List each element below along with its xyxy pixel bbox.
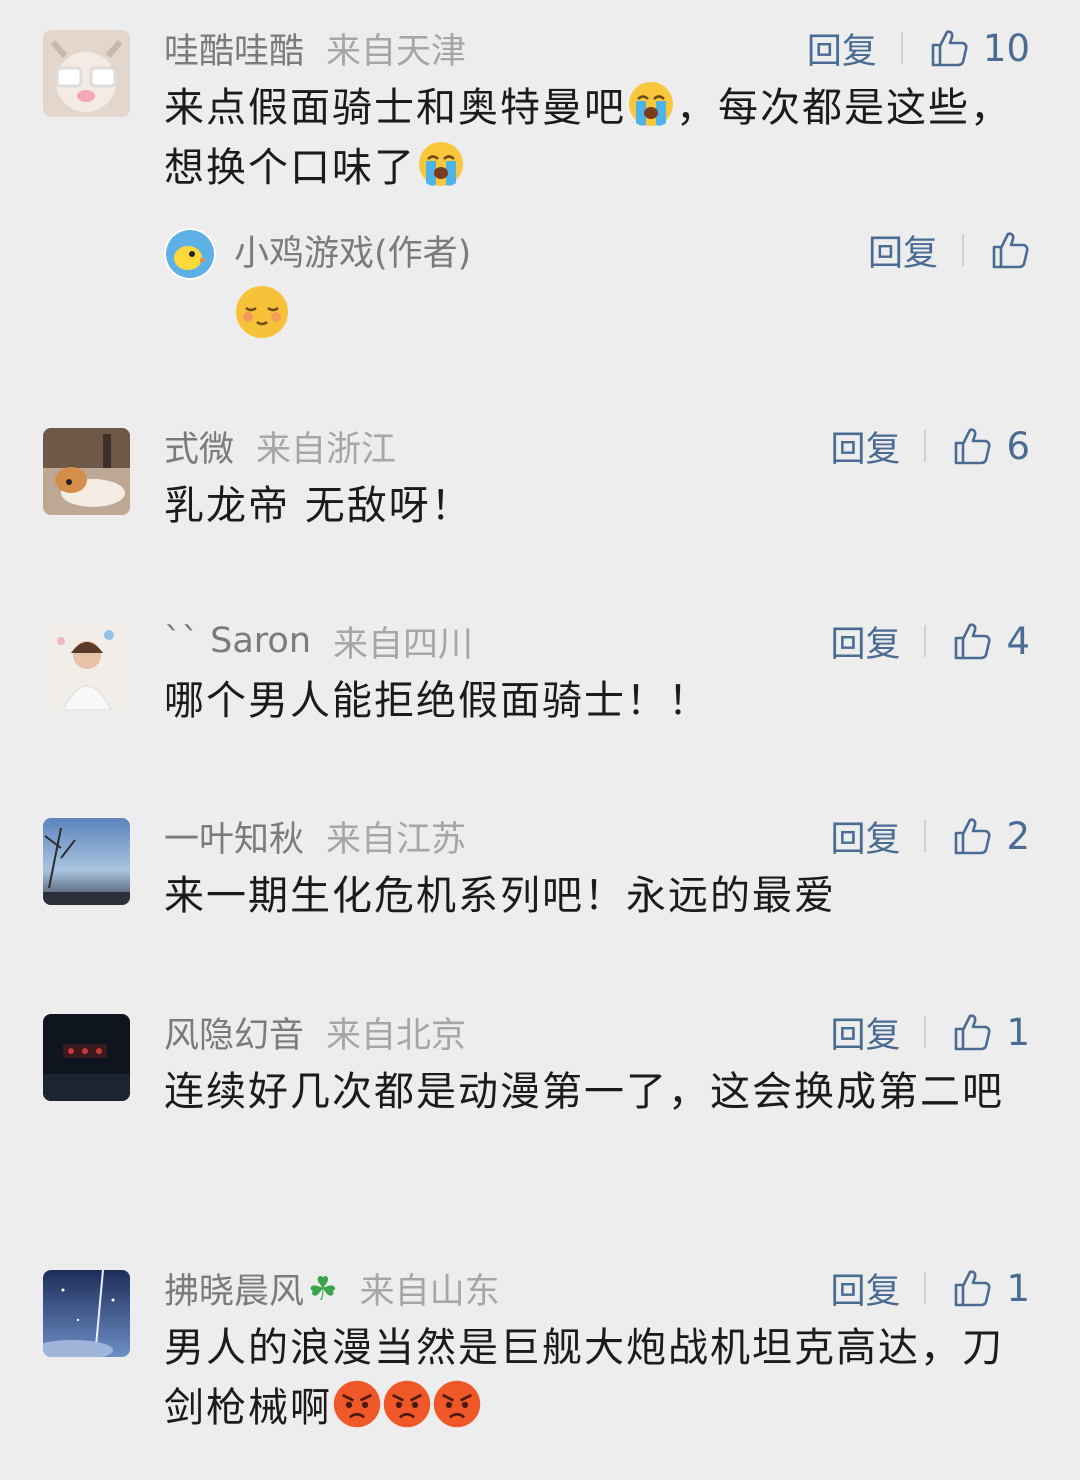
thumbs-up-icon[interactable] <box>952 426 992 466</box>
avatar[interactable] <box>43 623 130 710</box>
comment-actions: 回复 1 <box>830 1008 1030 1056</box>
avatar[interactable] <box>43 30 130 117</box>
comment-actions: 回复 10 <box>807 24 1030 72</box>
divider <box>924 1016 927 1048</box>
location: 来自天津 <box>326 31 467 72</box>
comment-header: 拂晓晨风 ☘ 来自山东 <box>164 1264 500 1312</box>
comment-text: 来一期生化危机系列吧！永远的最爱 <box>164 873 836 919</box>
username[interactable]: `` Saron <box>164 621 311 661</box>
like-count: 1 <box>1006 1010 1030 1054</box>
location: 来自山东 <box>359 1271 500 1312</box>
comment-header: 哇酷哇酷 来自天津 <box>164 24 466 72</box>
reply-button[interactable]: 回复 <box>868 225 938 276</box>
comment-header: 一叶知秋 来自江苏 <box>164 812 466 860</box>
author-avatar[interactable] <box>164 228 216 280</box>
reply-button[interactable]: 回复 <box>830 811 900 862</box>
divider <box>924 1272 927 1304</box>
comment-header: 式微 来自浙江 <box>164 422 396 470</box>
author-name[interactable]: 小鸡游戏(作者) <box>234 226 471 274</box>
divider <box>924 430 927 462</box>
divider <box>900 32 903 64</box>
reply-button[interactable]: 回复 <box>830 616 900 667</box>
comment-actions: 回复 4 <box>830 617 1030 665</box>
reply-button[interactable]: 回复 <box>830 1007 900 1058</box>
like-count: 4 <box>1006 619 1030 663</box>
divider <box>924 820 927 852</box>
comment-text: 哪个男人能拒绝假面骑士！！ <box>164 678 710 724</box>
avatar[interactable] <box>43 428 130 515</box>
reply-button[interactable]: 回复 <box>830 421 900 472</box>
comment-text: 连续好几次都是动漫第一了，这会换成第二吧 <box>164 1069 1004 1115</box>
comment-actions: 回复 6 <box>830 422 1030 470</box>
thumbs-up-icon[interactable] <box>952 621 992 661</box>
avatar[interactable] <box>43 818 130 905</box>
angry-face-icon <box>332 1379 382 1429</box>
reply-button[interactable]: 回复 <box>830 1263 900 1314</box>
location: 来自浙江 <box>256 429 397 470</box>
comment-text: 来点假面骑士和奥特曼吧 ，每次都是这些，想换个口味了 <box>164 78 1024 198</box>
thumbs-up-icon[interactable] <box>952 1012 992 1052</box>
reply-actions: 回复 <box>868 226 1030 274</box>
username[interactable]: 哇酷哇酷 <box>164 23 304 74</box>
avatar[interactable] <box>43 1014 130 1101</box>
angry-face-icon <box>382 1379 432 1429</box>
like-count: 10 <box>982 26 1030 70</box>
comment-text: 乳龙帝 无敌呀！ <box>164 483 473 529</box>
like-count: 2 <box>1006 814 1030 858</box>
location: 来自四川 <box>333 624 474 665</box>
reply-button[interactable]: 回复 <box>807 23 877 74</box>
angry-face-icon <box>432 1379 482 1429</box>
username[interactable]: 一叶知秋 <box>164 811 304 862</box>
avatar[interactable] <box>43 1270 130 1357</box>
location: 来自江苏 <box>326 819 467 860</box>
like-count: 6 <box>1006 424 1030 468</box>
comment-header: 风隐幻音 来自北京 <box>164 1008 466 1056</box>
crying-face-icon <box>626 79 676 129</box>
divider <box>924 625 927 657</box>
thumbs-up-icon[interactable] <box>952 1268 992 1308</box>
comment-text: 男人的浪漫当然是巨舰大炮战机坦克高达，刀剑枪械啊 <box>164 1325 1004 1431</box>
comment-actions: 回复 1 <box>830 1264 1030 1312</box>
username[interactable]: 式微 <box>164 421 234 472</box>
like-count: 1 <box>1006 1266 1030 1310</box>
thumbs-up-icon[interactable] <box>990 230 1030 270</box>
username[interactable]: 风隐幻音 <box>164 1007 304 1058</box>
location: 来自北京 <box>326 1015 467 1056</box>
divider <box>962 234 964 266</box>
thumbs-up-icon[interactable] <box>929 28 969 68</box>
username[interactable]: 拂晓晨风 <box>164 1263 304 1314</box>
four-leaf-clover-icon: ☘ <box>308 1268 338 1308</box>
thumbs-up-icon[interactable] <box>952 816 992 856</box>
blushing-smile-icon <box>234 284 290 340</box>
comment-header: `` Saron 来自四川 <box>164 617 473 665</box>
crying-face-icon <box>416 139 466 189</box>
comment-actions: 回复 2 <box>830 812 1030 860</box>
